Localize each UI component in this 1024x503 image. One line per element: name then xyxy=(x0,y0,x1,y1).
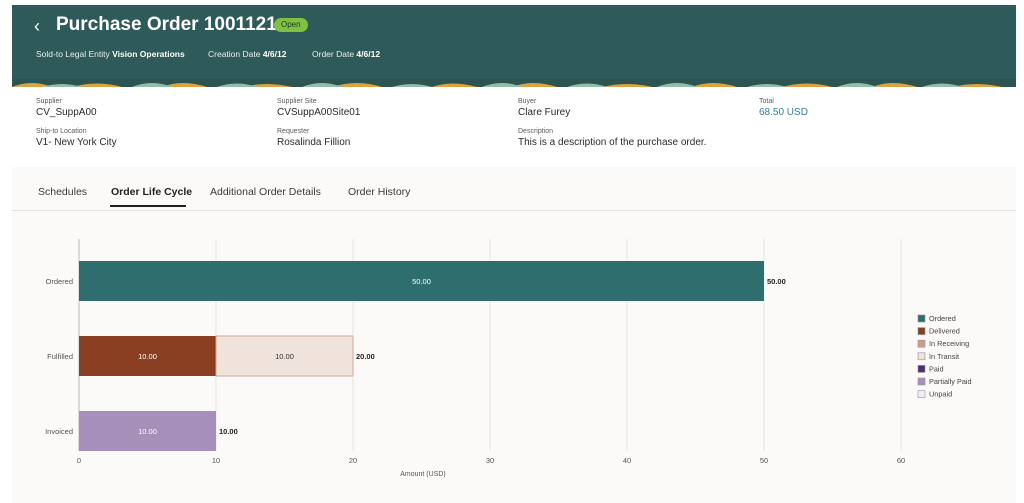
description-value: This is a description of the purchase or… xyxy=(518,137,707,148)
page-header: ‹ Purchase Order 1001121 Open Sold-to Le… xyxy=(12,5,1016,87)
x-tick-label-5: 50 xyxy=(760,456,768,465)
legend-label-3: In Transit xyxy=(929,352,959,361)
x-tick-label-4: 40 xyxy=(623,456,631,465)
buyer-field: Buyer Clare Furey xyxy=(518,97,570,119)
buyer-value: Clare Furey xyxy=(518,107,571,118)
legend-swatch-5 xyxy=(917,377,926,386)
bar-segment-label-1: 10.00 xyxy=(138,352,157,361)
tab-additional-order-details[interactable]: Additional Order Details xyxy=(210,186,321,198)
tab-bar: Schedules Order Life Cycle Additional Or… xyxy=(12,173,1016,211)
x-tick-label-1: 10 xyxy=(212,456,220,465)
x-tick-label-6: 60 xyxy=(897,456,905,465)
creation-date-value: 4/6/12 xyxy=(262,49,287,59)
legend-swatch-6 xyxy=(917,390,926,398)
buyer-label: Buyer xyxy=(518,98,537,105)
category-label-2: Invoiced xyxy=(45,427,73,436)
header-decorative-pattern xyxy=(12,79,1016,87)
total-label: Total xyxy=(759,98,774,105)
requester-value: Rosalinda Fillion xyxy=(277,137,351,148)
status-badge: Open xyxy=(274,18,308,32)
tab-order-history[interactable]: Order History xyxy=(348,186,410,198)
purchase-order-page: ‹ Purchase Order 1001121 Open Sold-to Le… xyxy=(12,5,1016,503)
legend-swatch-0 xyxy=(917,314,926,323)
tab-order-life-cycle[interactable]: Order Life Cycle xyxy=(111,186,192,198)
description-label: Description xyxy=(518,128,554,135)
bar-segment-label-0: 50.00 xyxy=(412,277,431,286)
legend-swatch-3 xyxy=(917,352,926,361)
active-tab-indicator xyxy=(110,205,186,207)
chevron-left-icon[interactable]: ‹ xyxy=(34,17,48,35)
legend-swatch-2 xyxy=(917,339,926,348)
total-value-link[interactable]: 68.50 USD xyxy=(759,106,808,119)
x-tick-label-0: 0 xyxy=(77,456,81,465)
description-field: Description This is a description of the… xyxy=(518,127,706,149)
legend-label-2: In Receiving xyxy=(929,339,969,348)
ship-to-label: Ship-to Location xyxy=(36,128,87,135)
order-date-value: 4/6/12 xyxy=(356,49,381,59)
creation-date-label: Creation Date xyxy=(208,49,261,59)
order-date-label: Order Date xyxy=(312,49,355,59)
order-life-cycle-chart: 0 10 20 30 40 50 60 Amount (USD) Ordered Fulfille… xyxy=(12,211,1016,503)
total-field: Total 68.50 USD xyxy=(759,97,808,119)
tab-schedules[interactable]: Schedules xyxy=(38,186,87,198)
legend-swatch-4 xyxy=(917,365,926,373)
legend-label-1: Delivered xyxy=(929,327,960,336)
requester-field: Requester Rosalinda Fillion xyxy=(277,127,350,149)
supplier-label: Supplier xyxy=(36,98,62,105)
supplier-value: CV_SuppA00 xyxy=(36,107,97,118)
category-label-1: Fulfilled xyxy=(47,352,73,361)
x-axis-title: Amount (USD) xyxy=(400,471,446,478)
ship-to-field: Ship-to Location V1- New York City xyxy=(36,127,117,149)
legend-label-5: Partially Paid xyxy=(929,377,972,386)
x-tick-label-2: 20 xyxy=(349,456,357,465)
chart-canvas: 0 10 20 30 40 50 60 Amount (USD) Ordered Fulfille… xyxy=(45,239,972,478)
bar-total-label-1: 20.00 xyxy=(356,352,375,361)
bar-total-label-0: 50.00 xyxy=(767,277,786,286)
legal-entity-meta: Sold-to Legal Entity Vision Operations xyxy=(36,49,185,59)
category-label-0: Ordered xyxy=(45,277,73,286)
supplier-field: Supplier CV_SuppA00 xyxy=(36,97,97,119)
creation-date-meta: Creation Date 4/6/12 xyxy=(208,49,286,59)
bar-total-label-2: 10.00 xyxy=(219,427,238,436)
bar-segment-label-3: 10.00 xyxy=(138,427,157,436)
legend-label-6: Unpaid xyxy=(929,390,952,399)
x-tick-label-3: 30 xyxy=(486,456,494,465)
page-title: Purchase Order 1001121 xyxy=(56,14,277,35)
order-summary: Supplier CV_SuppA00 Supplier Site CVSupp… xyxy=(12,87,1016,167)
requester-label: Requester xyxy=(277,128,310,135)
supplier-site-field: Supplier Site CVSuppA00Site01 xyxy=(277,97,360,119)
legend-label-4: Paid xyxy=(929,364,944,373)
ship-to-value: V1- New York City xyxy=(36,137,117,148)
supplier-site-label: Supplier Site xyxy=(277,98,317,105)
legal-entity-label: Sold-to Legal Entity xyxy=(36,49,110,59)
legend-swatch-1 xyxy=(917,327,926,335)
order-date-meta: Order Date 4/6/12 xyxy=(312,49,380,59)
legend-label-0: Ordered xyxy=(929,314,956,323)
bar-segment-label-2: 10.00 xyxy=(275,352,294,361)
legal-entity-value: Vision Operations xyxy=(112,49,185,59)
supplier-site-value: CVSuppA00Site01 xyxy=(277,107,361,118)
